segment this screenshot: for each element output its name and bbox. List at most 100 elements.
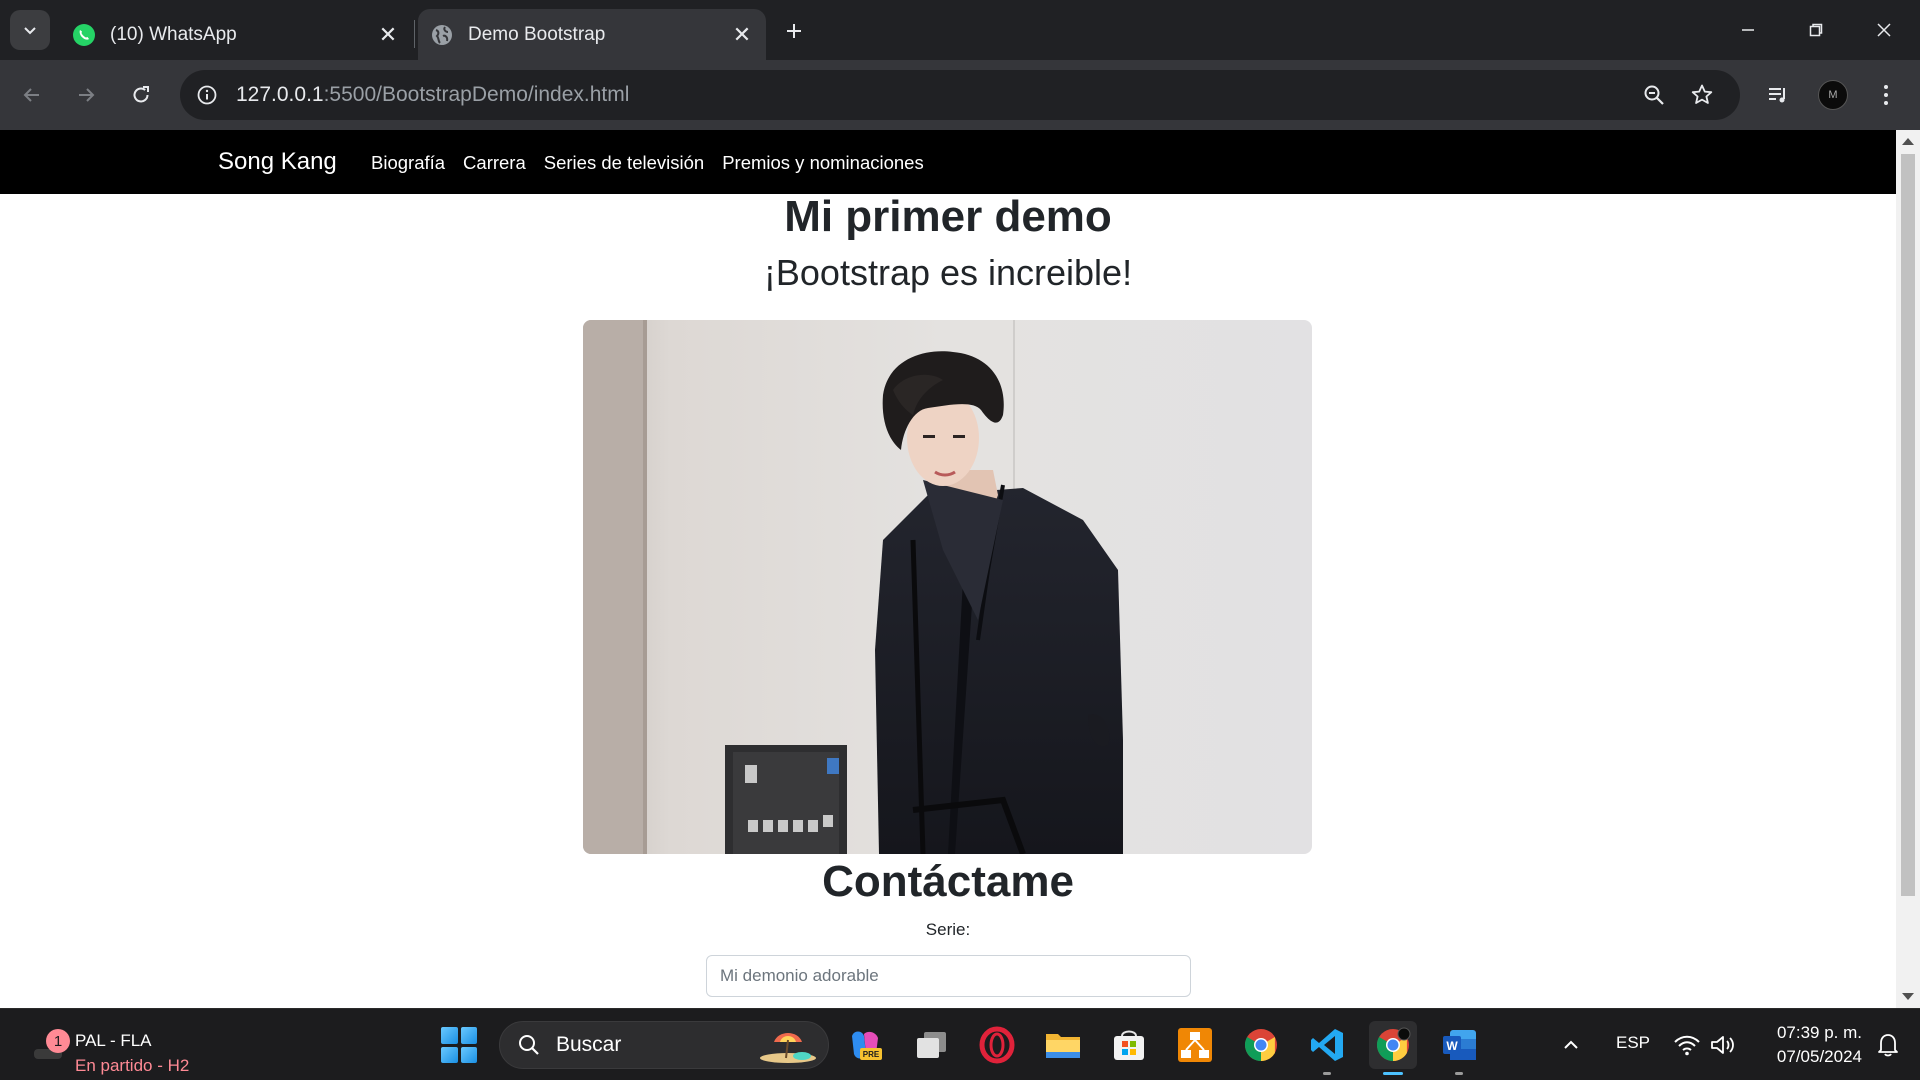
nav-link-carrera[interactable]: Carrera — [463, 152, 526, 174]
drawio-app[interactable] — [1171, 1021, 1219, 1069]
opera-icon — [979, 1026, 1015, 1064]
url-host: 127.0.0.1 — [236, 83, 324, 106]
start-button[interactable] — [441, 1027, 477, 1063]
word-app[interactable]: W — [1435, 1021, 1483, 1075]
media-controls-button[interactable] — [1758, 75, 1798, 115]
scroll-thumb[interactable] — [1901, 154, 1915, 896]
back-button[interactable] — [12, 75, 52, 115]
page-subtitle: ¡Bootstrap es increible! — [763, 252, 1133, 293]
widget-match: PAL - FLA — [75, 1031, 152, 1050]
input-language[interactable]: ESP — [1616, 1033, 1650, 1053]
address-bar[interactable]: 127.0.0.1:5500/BootstrapDemo/index.html — [180, 70, 1740, 120]
reload-icon — [133, 86, 149, 103]
arrow-right-icon — [79, 88, 95, 102]
word-icon: W — [1443, 1030, 1476, 1060]
url-path: :5500/BootstrapDemo/index.html — [323, 83, 630, 106]
chrome-active-app[interactable] — [1369, 1021, 1417, 1075]
chrome-icon — [1376, 1027, 1411, 1061]
volume-icon — [1711, 1036, 1734, 1054]
contact-title: Contáctame — [822, 857, 1074, 906]
vscode-icon — [1311, 1029, 1343, 1061]
zoom-icon[interactable] — [1634, 75, 1674, 115]
navbar-brand[interactable]: Song Kang — [218, 148, 337, 176]
avatar: M — [1818, 80, 1848, 110]
arrow-left-icon — [23, 88, 39, 102]
running-indicator — [1323, 1072, 1331, 1075]
scroll-up-arrow[interactable] — [1902, 138, 1914, 145]
windows-logo-tile — [441, 1046, 458, 1063]
profile-photo — [583, 320, 1312, 854]
copilot-icon: PRE — [852, 1031, 882, 1060]
minimize-icon — [1742, 29, 1754, 31]
serie-label: Serie: — [925, 920, 971, 939]
close-icon — [1877, 23, 1891, 37]
running-indicator — [1455, 1072, 1463, 1075]
close-tab-icon[interactable]: ✕ — [374, 21, 402, 49]
sports-widget[interactable]: 1 PAL - FLA En partido - H2 — [28, 1019, 208, 1075]
browser-toolbar: 127.0.0.1:5500/BootstrapDemo/index.html … — [0, 60, 1920, 130]
quick-settings-button[interactable] — [1666, 1021, 1746, 1069]
nav-links: Biografía Carrera Series de televisión P… — [371, 152, 942, 174]
beach-umbrella-icon — [760, 1033, 816, 1063]
windows-taskbar: 1 PAL - FLA En partido - H2 Buscar PRE W… — [0, 1008, 1920, 1080]
svg-text:PRE: PRE — [863, 1050, 880, 1059]
forward-button[interactable] — [66, 75, 106, 115]
svg-text:W: W — [1446, 1039, 1458, 1053]
windows-logo-tile — [460, 1027, 477, 1044]
clock-date: 07/05/2024 — [1776, 1047, 1862, 1066]
chrome-icon — [1244, 1029, 1277, 1061]
reload-button[interactable] — [121, 75, 161, 115]
search-icon — [514, 1030, 544, 1060]
store-icon — [1114, 1030, 1144, 1060]
opera-app[interactable] — [973, 1021, 1021, 1069]
vscode-app[interactable] — [1303, 1021, 1351, 1075]
task-view-app[interactable] — [907, 1021, 955, 1069]
notification-bell-icon — [1878, 1034, 1898, 1057]
tab-whatsapp[interactable]: (10) WhatsApp ✕ — [60, 9, 412, 60]
playlist-icon — [1769, 88, 1785, 103]
tab-demo-bootstrap[interactable]: Demo Bootstrap ✕ — [418, 9, 766, 60]
tab-search-button[interactable] — [10, 10, 50, 50]
chrome-app[interactable] — [1237, 1021, 1285, 1069]
page-scrollbar[interactable] — [1896, 130, 1920, 1008]
more-vertical-icon — [1884, 85, 1888, 105]
show-hidden-icons-button[interactable] — [1551, 1021, 1591, 1069]
close-window-button[interactable] — [1850, 0, 1918, 60]
url-text[interactable]: 127.0.0.1:5500/BootstrapDemo/index.html — [236, 83, 629, 107]
active-indicator — [1383, 1072, 1403, 1075]
globe-icon — [432, 24, 452, 45]
wifi-icon — [1674, 1035, 1700, 1056]
plus-icon — [787, 24, 801, 38]
microsoft-store-app[interactable] — [1105, 1021, 1153, 1069]
windows-logo-tile — [441, 1027, 458, 1044]
close-tab-icon[interactable]: ✕ — [728, 21, 756, 49]
profile-button[interactable]: M — [1813, 75, 1853, 115]
file-explorer-app[interactable] — [1039, 1021, 1087, 1069]
site-info-icon[interactable] — [192, 80, 222, 110]
system-clock[interactable]: 07:39 p. m. 07/05/2024 — [1762, 1021, 1862, 1069]
tab-title: (10) WhatsApp — [110, 23, 237, 45]
clock-time: 07:39 p. m. — [1776, 1023, 1862, 1042]
new-tab-button[interactable] — [776, 13, 812, 49]
notifications-button[interactable] — [1868, 1021, 1908, 1069]
page-title: Mi primer demo — [784, 192, 1112, 241]
tab-title: Demo Bootstrap — [468, 23, 606, 45]
drawio-icon — [1178, 1028, 1212, 1062]
taskbar-search[interactable]: Buscar — [499, 1021, 829, 1069]
widget-status: En partido - H2 — [75, 1056, 190, 1075]
restore-icon — [1809, 23, 1823, 37]
restore-button[interactable] — [1782, 0, 1850, 60]
page-viewport: Song Kang Biografía Carrera Series de te… — [0, 130, 1896, 1008]
whatsapp-icon — [73, 23, 95, 46]
serie-input[interactable] — [706, 955, 1191, 997]
menu-button[interactable] — [1866, 75, 1906, 115]
scroll-down-arrow[interactable] — [1902, 993, 1914, 1000]
nav-link-biografia[interactable]: Biografía — [371, 152, 445, 174]
task-view-icon — [917, 1032, 946, 1058]
minimize-button[interactable] — [1714, 0, 1782, 60]
nav-link-series[interactable]: Series de televisión — [544, 152, 704, 174]
site-navbar: Song Kang Biografía Carrera Series de te… — [0, 130, 1896, 194]
bookmark-star-icon[interactable] — [1682, 75, 1722, 115]
nav-link-premios[interactable]: Premios y nominaciones — [722, 152, 924, 174]
copilot-pre-app[interactable]: PRE — [841, 1021, 889, 1069]
